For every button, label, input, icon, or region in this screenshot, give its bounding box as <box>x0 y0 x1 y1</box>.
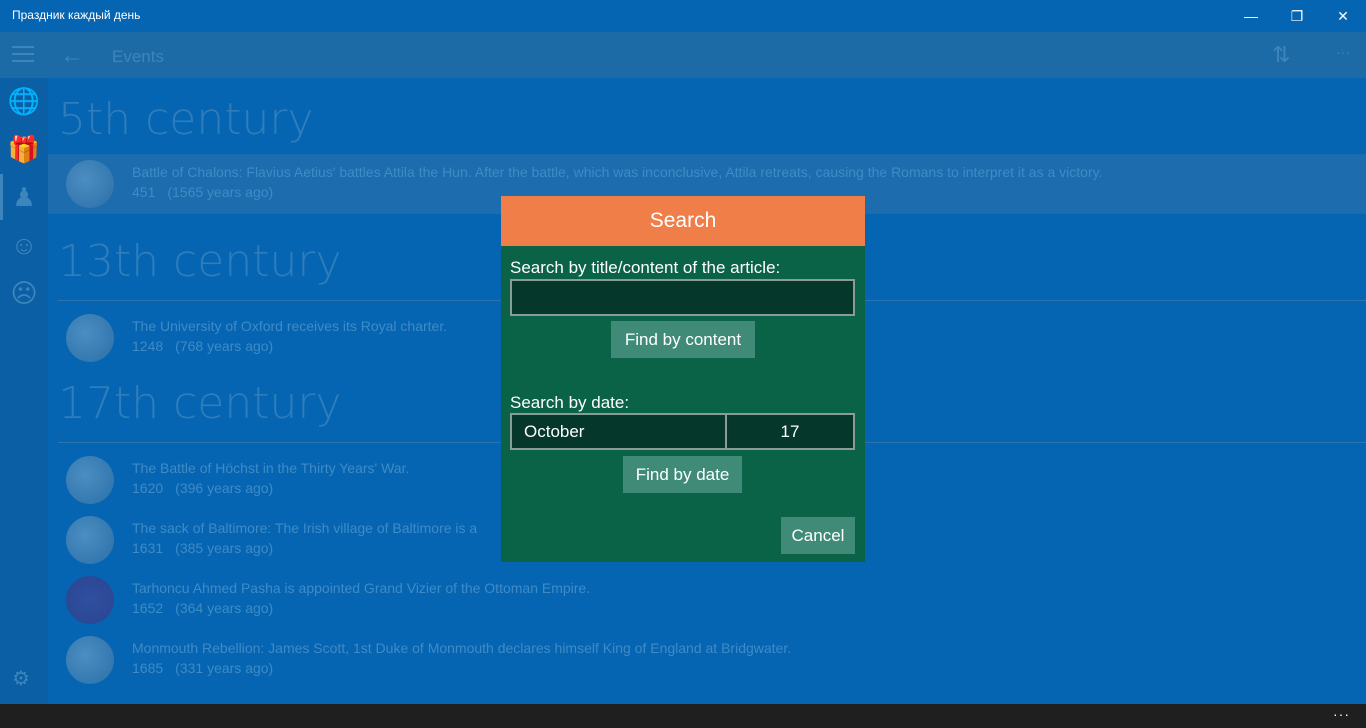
event-thumbnail <box>66 314 114 362</box>
sort-icon[interactable]: ⇅ <box>1272 42 1290 68</box>
event-date: 1248 (768 years ago) <box>132 338 274 354</box>
gift-icon[interactable]: 🎁 <box>8 134 40 164</box>
content-search-label: Search by title/content of the article: <box>510 258 781 277</box>
event-text: The sack of Baltimore: The Irish village… <box>132 520 478 536</box>
month-select[interactable]: October <box>512 415 727 448</box>
close-button[interactable]: ✕ <box>1320 0 1366 32</box>
page-title: Events <box>112 47 164 66</box>
find-by-content-button[interactable]: Find by content <box>611 321 755 358</box>
window-title-bar: Праздник каждый день — ❐ ✕ <box>0 0 1366 32</box>
nav-bar: ← Events ⇅ ··· <box>0 32 1366 78</box>
event-text: Monmouth Rebellion: James Scott, 1st Duk… <box>132 640 792 656</box>
event-thumbnail <box>66 456 114 504</box>
century-header: 5th century <box>58 94 314 145</box>
cancel-button[interactable]: Cancel <box>781 517 855 554</box>
list-item[interactable]: Tarhoncu Ahmed Pasha is appointed Grand … <box>48 570 1366 630</box>
event-thumbnail <box>66 516 114 564</box>
century-header: 17th century <box>58 378 342 429</box>
date-picker: October 17 <box>510 413 855 450</box>
window-title: Праздник каждый день <box>12 8 141 22</box>
event-date: 1631 (385 years ago) <box>132 540 274 556</box>
event-date: 1652 (364 years ago) <box>132 600 274 616</box>
event-thumbnail <box>66 160 114 208</box>
event-thumbnail <box>66 576 114 624</box>
smile-icon[interactable]: ☺ <box>9 230 39 260</box>
list-item[interactable]: Monmouth Rebellion: James Scott, 1st Duk… <box>48 630 1366 690</box>
dialog-title: Search <box>501 196 865 246</box>
event-text: The University of Oxford receives its Ro… <box>132 318 448 334</box>
settings-gear-icon[interactable]: ⚙ <box>12 666 30 691</box>
content-search-input[interactable] <box>510 279 855 316</box>
event-date: 1685 (331 years ago) <box>132 660 274 676</box>
event-thumbnail <box>66 636 114 684</box>
more-options-icon[interactable]: ··· <box>1333 706 1350 722</box>
event-text: The Battle of Höchst in the Thirty Years… <box>132 460 410 476</box>
event-text: Battle of Chalons: Flavius Aetius' battl… <box>132 164 1103 180</box>
event-date: 451 (1565 years ago) <box>132 184 274 200</box>
find-by-date-button[interactable]: Find by date <box>623 456 742 493</box>
frown-icon[interactable]: ☹ <box>9 278 39 308</box>
sidebar: 🌐 🎁 ♟ ☺ ☹ ⚙ <box>0 78 48 704</box>
event-date: 1620 (396 years ago) <box>132 480 274 496</box>
maximize-button[interactable]: ❐ <box>1274 0 1320 32</box>
search-dialog: Search Search by title/content of the ar… <box>501 196 865 562</box>
hamburger-menu-icon[interactable] <box>12 46 34 64</box>
globe-icon[interactable]: 🌐 <box>8 86 40 116</box>
date-search-label: Search by date: <box>510 393 630 412</box>
chess-pawn-icon[interactable]: ♟ <box>9 182 39 212</box>
bottom-app-bar: ··· <box>0 704 1366 728</box>
day-select[interactable]: 17 <box>727 415 853 448</box>
more-options-icon[interactable]: ··· <box>1336 44 1350 60</box>
minimize-button[interactable]: — <box>1228 0 1274 32</box>
sidebar-selection-indicator <box>0 174 3 220</box>
event-text: Tarhoncu Ahmed Pasha is appointed Grand … <box>132 580 591 596</box>
century-header: 13th century <box>58 236 342 287</box>
back-arrow-icon[interactable]: ← <box>60 42 84 70</box>
